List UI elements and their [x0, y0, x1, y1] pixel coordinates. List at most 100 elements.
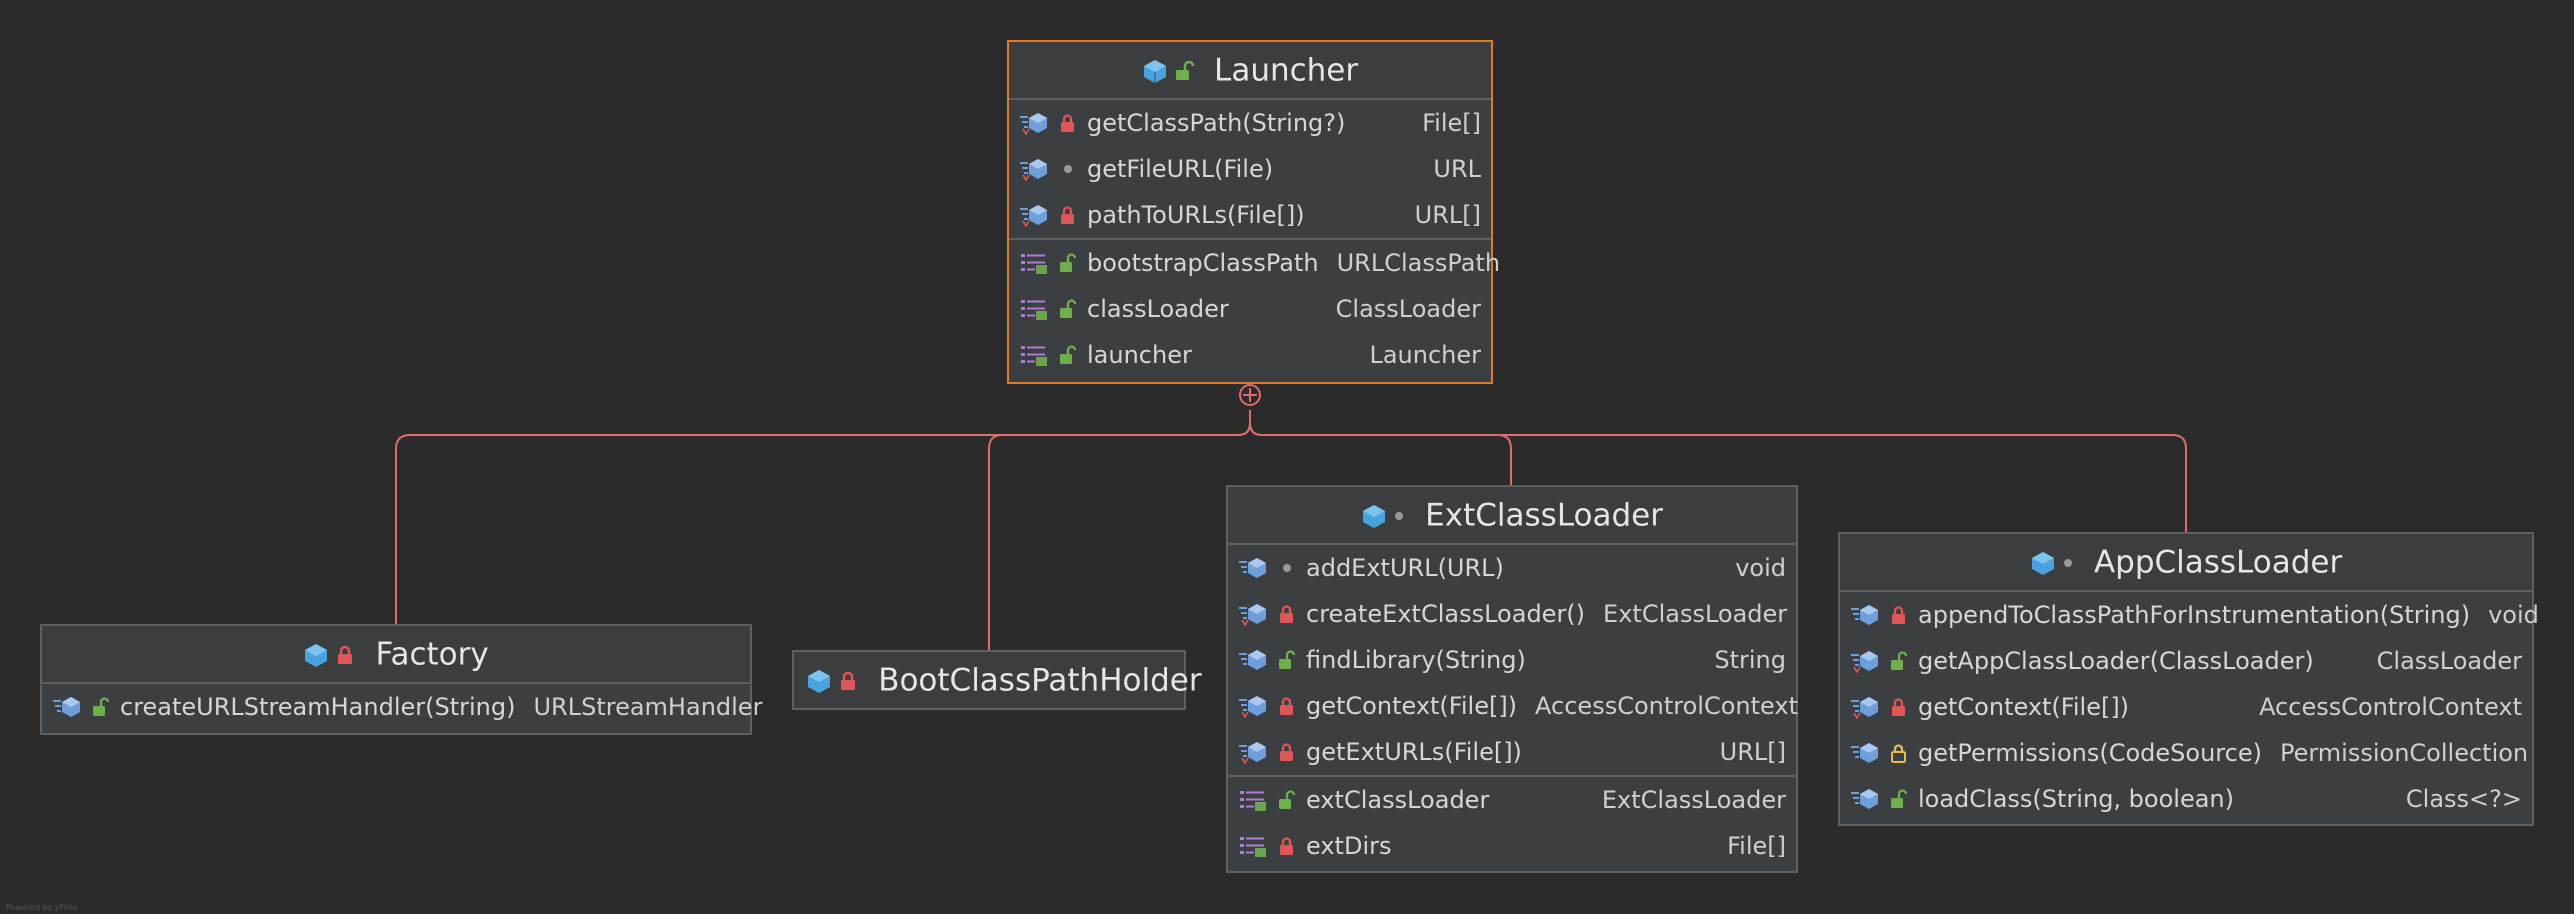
- field-name: classLoader: [1087, 295, 1229, 323]
- method-row[interactable]: addExtURL(URL) void: [1228, 545, 1796, 591]
- field-name: bootstrapClassPath: [1087, 249, 1319, 277]
- unlock-icon: [1279, 650, 1296, 669]
- member-icons: [1019, 157, 1087, 181]
- class-header[interactable]: ExtClassLoader: [1228, 487, 1796, 545]
- member-type: Class<?>: [2405, 785, 2522, 813]
- member-icons: [1238, 556, 1306, 580]
- package-dot-icon: [1395, 512, 1404, 520]
- nesting-circle-plus-icon: [1239, 384, 1261, 406]
- connector-factory: [395, 410, 1251, 624]
- class-icon: [806, 653, 859, 709]
- method-row[interactable]: getClassPath(String?) File[]: [1009, 100, 1491, 146]
- method-name: createExtClassLoader(): [1306, 600, 1586, 628]
- method-row[interactable]: loadClass(String, boolean) Class<?>: [1840, 776, 2532, 822]
- class-title: Factory: [375, 636, 489, 673]
- class-box-extclassloader[interactable]: ExtClassLoader addExtURL(URL) void createE…: [1226, 485, 1798, 873]
- method-name: getContext(File[]): [1918, 693, 2130, 721]
- watermark: Powered by yFiles: [6, 903, 78, 912]
- member-type: URL[]: [1719, 738, 1786, 766]
- class-box-appclassloader[interactable]: AppClassLoader appendToClassPathForInstr…: [1838, 532, 2539, 826]
- method-name: getFileURL(File): [1087, 155, 1274, 183]
- field-icon: [1240, 837, 1266, 857]
- class-icon: [2030, 535, 2075, 591]
- method-icon: [1239, 650, 1266, 670]
- unlock-icon: [1891, 651, 1908, 670]
- method-row[interactable]: getAppClassLoader(ClassLoader) ClassLoade…: [1840, 638, 2532, 684]
- class-header[interactable]: AppClassLoader: [1840, 534, 2532, 592]
- method-name: getExtURLs(File[]): [1306, 738, 1522, 766]
- method-row[interactable]: getExtURLs(File[]) URL[]: [1228, 729, 1796, 775]
- method-icon: [1239, 558, 1266, 578]
- unlock-icon: [1060, 299, 1077, 318]
- class-box-launcher[interactable]: Launcher getClassPath(String?) File[] getF…: [1007, 40, 1500, 384]
- class-header[interactable]: BootClassPathHolder: [794, 652, 1202, 709]
- method-icon: [53, 697, 80, 717]
- class-header[interactable]: Factory: [42, 626, 750, 684]
- member-type: ClassLoader: [1335, 295, 1481, 323]
- fields-section: bootstrapClassPath URLClassPath classLoade…: [1009, 240, 1500, 378]
- field-row[interactable]: launcher Launcher: [1009, 332, 1491, 378]
- methods-section: getClassPath(String?) File[] getFileURL(Fi…: [1009, 100, 1491, 240]
- method-row[interactable]: getFileURL(File) URL: [1009, 146, 1491, 192]
- method-row[interactable]: getContext(File[]) AccessControlContext: [1840, 684, 2532, 730]
- method-row[interactable]: getPermissions(CodeSource) PermissionColl…: [1840, 730, 2532, 776]
- member-icons: [1019, 343, 1087, 367]
- field-name: extClassLoader: [1306, 786, 1490, 814]
- member-icons: [1019, 111, 1087, 135]
- field-row[interactable]: classLoader ClassLoader: [1009, 286, 1491, 332]
- lock-icon: [1061, 206, 1074, 224]
- package-dot-icon: [1283, 564, 1291, 572]
- static-method-icon: [1020, 113, 1047, 135]
- methods-section: appendToClassPathForInstrumentation(Stri…: [1840, 592, 2539, 822]
- field-icon: [1240, 791, 1266, 811]
- connector-extclassloader: [1249, 410, 1512, 485]
- method-row[interactable]: createExtClassLoader() ExtClassLoader: [1228, 591, 1796, 637]
- static-method-icon: [1851, 651, 1878, 673]
- member-type: ClassLoader: [2376, 647, 2522, 675]
- lock-icon: [1892, 698, 1905, 716]
- member-type: AccessControlContext: [1535, 692, 1798, 720]
- unlock-icon: [1891, 789, 1908, 808]
- field-row[interactable]: bootstrapClassPath URLClassPath: [1009, 240, 1500, 286]
- member-icons: [1850, 741, 1918, 765]
- member-icons: [1019, 297, 1087, 321]
- method-name: getAppClassLoader(ClassLoader): [1918, 647, 2314, 675]
- member-type: void: [2488, 601, 2539, 629]
- lock-icon: [1280, 743, 1293, 761]
- lock-icon: [1892, 606, 1905, 624]
- member-icons: [1850, 695, 1918, 719]
- unlock-icon: [1279, 790, 1296, 809]
- member-type: ExtClassLoader: [1603, 600, 1788, 628]
- method-row[interactable]: pathToURLs(File[]) URL[]: [1009, 192, 1491, 238]
- method-row[interactable]: findLibrary(String) String: [1228, 637, 1796, 683]
- static-method-icon: [1020, 159, 1047, 181]
- static-method-icon: [1020, 205, 1047, 227]
- method-name: pathToURLs(File[]): [1087, 201, 1305, 229]
- field-icon: [1021, 300, 1047, 320]
- package-dot-icon: [2063, 559, 2072, 567]
- member-type: URLStreamHandler: [533, 693, 763, 721]
- class-box-bootclasspathholder[interactable]: BootClassPathHolder: [792, 650, 1202, 710]
- method-row[interactable]: createURLStreamHandler(String) URLStreamH…: [42, 684, 762, 730]
- method-name: getPermissions(CodeSource): [1918, 739, 2262, 767]
- field-icon: [1021, 346, 1047, 366]
- method-row[interactable]: getContext(File[]) AccessControlContext: [1228, 683, 1798, 729]
- member-icons: [1850, 787, 1918, 811]
- method-name: getContext(File[]): [1306, 692, 1518, 720]
- class-icon: [1361, 488, 1406, 544]
- method-name: appendToClassPathForInstrumentation(Stri…: [1918, 601, 2471, 629]
- class-header[interactable]: Launcher: [1009, 42, 1491, 100]
- method-row[interactable]: appendToClassPathForInstrumentation(Stri…: [1840, 592, 2539, 638]
- lock-icon: [338, 645, 353, 664]
- class-title: AppClassLoader: [2093, 544, 2343, 581]
- unlock-icon: [1175, 60, 1195, 80]
- class-title: ExtClassLoader: [1425, 497, 1663, 534]
- member-icons: [1850, 649, 1918, 673]
- member-icons: [1238, 648, 1306, 672]
- field-row[interactable]: extDirs File[]: [1228, 823, 1796, 869]
- member-icons: [1238, 602, 1306, 626]
- class-box-factory[interactable]: Factory createURLStreamHandler(String) UR…: [40, 624, 762, 735]
- unlock-icon: [93, 697, 110, 716]
- member-type: File[]: [1422, 109, 1481, 137]
- field-row[interactable]: extClassLoader ExtClassLoader: [1228, 777, 1796, 823]
